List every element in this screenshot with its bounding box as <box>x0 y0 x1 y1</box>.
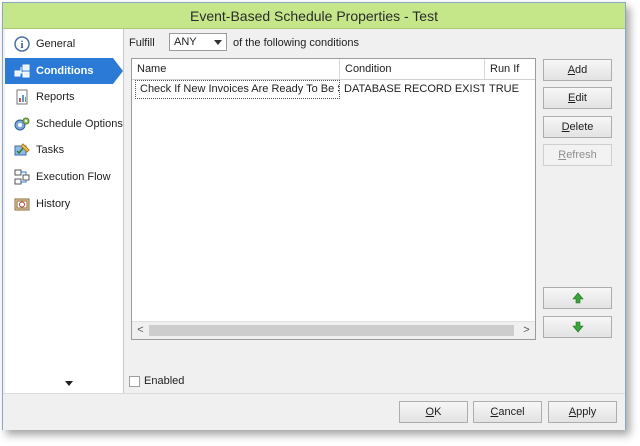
apply-label: pply <box>576 406 597 418</box>
sidebar-item-label: History <box>36 198 71 210</box>
cancel-button[interactable]: Cancel <box>473 401 542 423</box>
cancel-label: ancel <box>498 406 525 418</box>
apply-mnemonic: A <box>568 406 577 418</box>
sidebar-item-execution-flow[interactable]: Execution Flow <box>5 164 123 190</box>
arrow-down-icon <box>571 321 584 333</box>
sidebar-item-label: Tasks <box>36 144 65 156</box>
table-header: Name Condition Run If <box>132 59 535 80</box>
fulfill-dropdown[interactable]: ANY <box>169 33 227 51</box>
refresh-button[interactable]: Refresh <box>543 144 612 166</box>
edit-label: dit <box>575 92 587 104</box>
arrow-up-icon <box>571 292 584 304</box>
tasks-icon <box>14 142 30 158</box>
fulfill-description: of the following conditions <box>233 37 359 49</box>
sidebar-item-history[interactable]: History <box>5 191 123 217</box>
delete-mnemonic: D <box>561 121 570 133</box>
move-down-button[interactable] <box>543 316 612 338</box>
column-header-run-if[interactable]: Run If <box>485 59 536 79</box>
sidebar-item-schedule-options[interactable]: Schedule Options <box>5 111 123 137</box>
sidebar-item-reports[interactable]: Reports <box>5 84 123 110</box>
chevron-down-icon[interactable] <box>65 381 73 386</box>
enabled-checkbox-row[interactable]: Enabled <box>129 375 184 387</box>
svg-text:i: i <box>21 40 24 51</box>
window-title: Event-Based Schedule Properties - Test <box>3 3 625 29</box>
conditions-icon <box>14 63 30 79</box>
refresh-mnemonic: R <box>558 149 567 161</box>
sidebar-item-tasks[interactable]: Tasks <box>5 137 123 163</box>
fulfill-label: Fulfill <box>129 37 155 49</box>
conditions-panel: Fulfill ANY of the following conditions … <box>124 29 624 393</box>
conditions-table[interactable]: Name Condition Run If Check If New Invoi… <box>131 58 536 340</box>
sidebar-item-label: Schedule Options <box>36 118 123 130</box>
sidebar-item-label: Reports <box>36 91 75 103</box>
sidebar-item-conditions[interactable]: Conditions <box>5 58 123 84</box>
horizontal-scrollbar[interactable]: < > <box>132 321 535 339</box>
column-header-condition[interactable]: Condition <box>340 59 485 79</box>
table-row[interactable]: Check If New Invoices Are Ready To Be Se… <box>132 80 535 99</box>
sidebar-item-label: Execution Flow <box>36 171 111 183</box>
dialog-footer: OK Cancel Apply <box>3 393 625 430</box>
ok-button[interactable]: OK <box>399 401 468 423</box>
execution-flow-icon <box>14 169 30 185</box>
enabled-checkbox[interactable] <box>129 375 140 387</box>
delete-button[interactable]: Delete <box>543 116 612 138</box>
properties-dialog: Event-Based Schedule Properties - Test i… <box>2 2 626 430</box>
edit-button[interactable]: Edit <box>543 87 612 109</box>
add-label: dd <box>575 64 588 76</box>
scroll-left-icon[interactable]: < <box>132 322 149 339</box>
history-icon <box>14 196 30 212</box>
column-header-name[interactable]: Name <box>132 59 340 79</box>
delete-label: elete <box>569 121 594 133</box>
ok-mnemonic: O <box>425 406 435 418</box>
sidebar-item-general[interactable]: i General <box>5 31 123 57</box>
sidebar-item-label: General <box>36 38 76 50</box>
scrollbar-thumb[interactable] <box>149 325 514 336</box>
sidebar: i General Conditions Reports Schedule Op… <box>5 29 124 393</box>
move-up-button[interactable] <box>543 287 612 309</box>
add-button[interactable]: Add <box>543 59 612 81</box>
cell-condition: DATABASE RECORD EXISTS <box>344 83 485 95</box>
cell-name: Check If New Invoices Are Ready To Be Se… <box>135 80 340 99</box>
reports-icon <box>14 89 30 105</box>
sidebar-item-label: Conditions <box>36 65 94 77</box>
info-icon: i <box>14 36 30 52</box>
apply-button[interactable]: Apply <box>548 401 617 423</box>
chevron-down-icon <box>214 39 222 45</box>
fulfill-value: ANY <box>174 36 197 48</box>
refresh-label: efresh <box>566 149 597 161</box>
cell-run-if: TRUE <box>489 83 519 95</box>
ok-label: K <box>434 406 442 418</box>
schedule-options-icon <box>14 116 30 132</box>
add-mnemonic: A <box>567 64 576 76</box>
enabled-label: Enabled <box>144 375 185 387</box>
scroll-right-icon[interactable]: > <box>518 322 535 339</box>
